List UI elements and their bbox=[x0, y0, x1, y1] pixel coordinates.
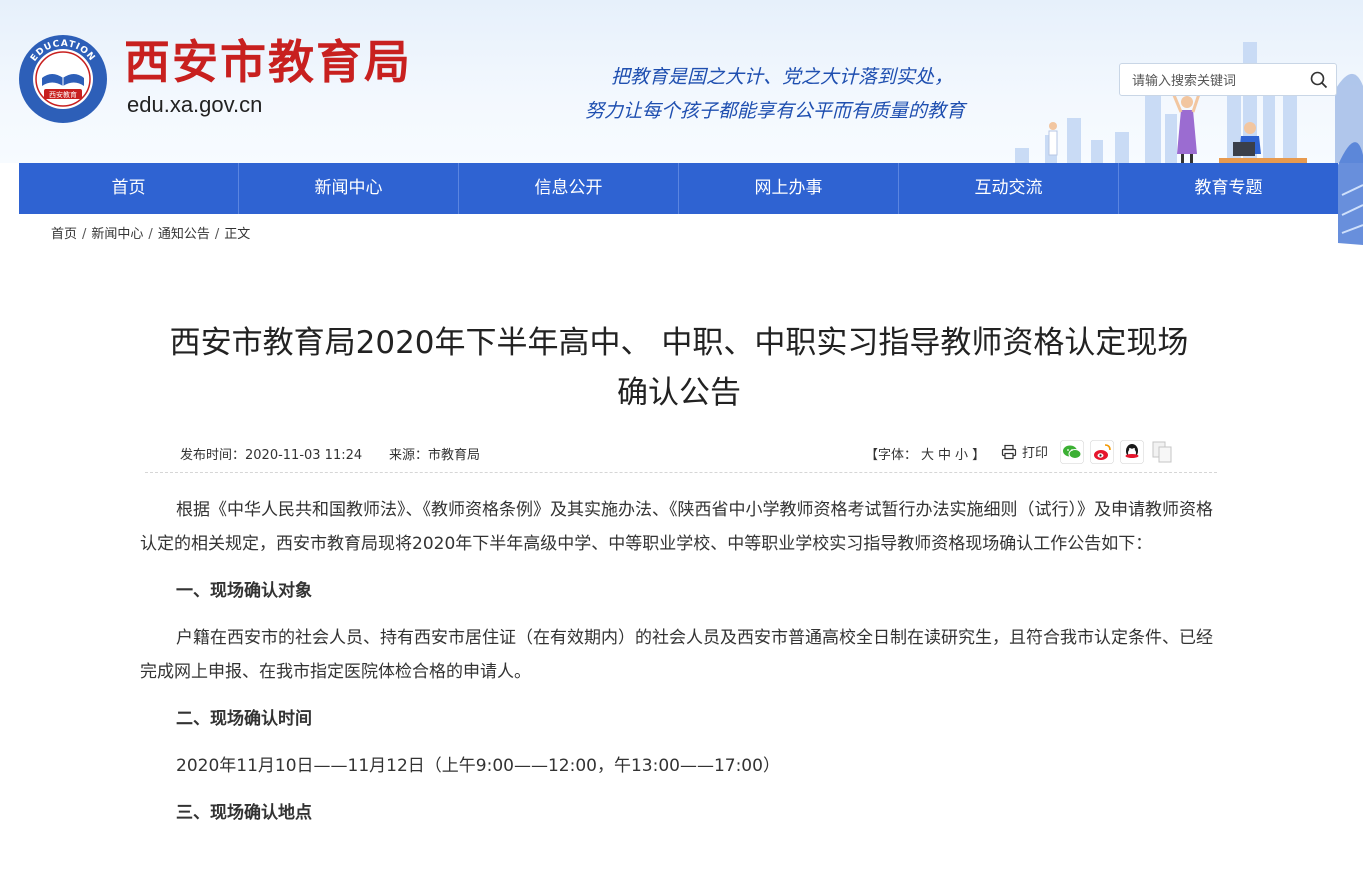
search-input[interactable] bbox=[1130, 69, 1304, 93]
qq-icon[interactable] bbox=[1120, 440, 1144, 464]
publish-time: 发布时间：2020-11-03 11:24 bbox=[180, 448, 363, 463]
article-title-line-2: 确认公告 bbox=[617, 375, 741, 411]
breadcrumb-separator: / bbox=[148, 227, 153, 242]
breadcrumb-home[interactable]: 首页 bbox=[51, 227, 77, 242]
breadcrumb-news-center[interactable]: 新闻中心 bbox=[91, 227, 143, 242]
nav-item-interaction[interactable]: 互动交流 bbox=[899, 163, 1119, 214]
slogan-line-1: 把教育是国之大计、党之大计落到实处， bbox=[611, 66, 954, 88]
education-emblem-logo[interactable]: EDUCATION 西安教育 bbox=[18, 34, 108, 124]
nav-item-home[interactable]: 首页 bbox=[19, 163, 239, 214]
slogan: 把教育是国之大计、党之大计落到实处， 努力让每个孩子都能享有公平而有质量的教育 bbox=[585, 60, 1025, 128]
article-title-line-1: 西安市教育局2020年下半年高中、 中职、中职实习指导教师资格认定现场 bbox=[169, 325, 1189, 361]
slogan-line-2: 努力让每个孩子都能享有公平而有质量的教育 bbox=[585, 100, 966, 122]
share-buttons bbox=[1060, 440, 1174, 464]
print-label: 打印 bbox=[1022, 446, 1049, 461]
site-title[interactable]: 西安市教育局 bbox=[124, 36, 412, 88]
header-illustration bbox=[1015, 42, 1363, 163]
font-size-switcher: 【字体：大中小】 bbox=[863, 444, 987, 463]
weibo-icon[interactable] bbox=[1090, 440, 1114, 464]
leaf-decoration-icon bbox=[1338, 142, 1363, 245]
wechat-icon[interactable] bbox=[1060, 440, 1084, 464]
article-intro: 根据《中华人民共和国教师法》、《教师资格条例》及其实施办法、《陕西省中小学教师资… bbox=[140, 500, 1213, 554]
font-size-medium[interactable]: 中 bbox=[938, 448, 951, 463]
article-title: 西安市教育局2020年下半年高中、 中职、中职实习指导教师资格认定现场 确认公告 bbox=[140, 318, 1218, 418]
nav-item-news-center[interactable]: 新闻中心 bbox=[239, 163, 459, 214]
font-size-small[interactable]: 小 bbox=[955, 448, 968, 463]
section-2-heading: 二、现场确认时间 bbox=[176, 709, 312, 729]
print-icon bbox=[1001, 444, 1017, 459]
copy-icon[interactable] bbox=[1150, 440, 1174, 464]
emblem-bottom-text: 西安教育 bbox=[49, 90, 77, 99]
section-3-heading: 三、现场确认地点 bbox=[176, 803, 312, 823]
print-button[interactable]: 打印 bbox=[1001, 442, 1048, 461]
article-source: 来源：市教育局 bbox=[389, 448, 481, 463]
nav-item-online-services[interactable]: 网上办事 bbox=[679, 163, 899, 214]
search-icon[interactable] bbox=[1310, 71, 1328, 89]
search-box[interactable] bbox=[1119, 63, 1337, 96]
font-size-label-close: 】 bbox=[972, 448, 986, 463]
section-1-heading: 一、现场确认对象 bbox=[176, 581, 312, 601]
section-1-text: 户籍在西安市的社会人员、持有西安市居住证（在有效期内）的社会人员及西安市普通高校… bbox=[140, 628, 1213, 682]
breadcrumb-notices[interactable]: 通知公告 bbox=[158, 227, 210, 242]
section-2-text: 2020年11月10日——11月12日（上午9:00——12:00，午13:00… bbox=[176, 756, 780, 776]
main-nav: 首页 新闻中心 信息公开 网上办事 互动交流 教育专题 bbox=[19, 163, 1338, 214]
nav-item-education-topics[interactable]: 教育专题 bbox=[1119, 163, 1338, 214]
nav-item-info-disclosure[interactable]: 信息公开 bbox=[459, 163, 679, 214]
article-body: 根据《中华人民共和国教师法》、《教师资格条例》及其实施办法、《陕西省中小学教师资… bbox=[140, 493, 1218, 830]
site-header: EDUCATION 西安教育 西安市教育局 edu.xa.gov.cn 把教育是… bbox=[0, 0, 1363, 163]
breadcrumb-current: 正文 bbox=[224, 227, 251, 242]
breadcrumb: 首页 / 新闻中心 / 通知公告 / 正文 bbox=[51, 226, 250, 244]
font-size-label-open: 【字体： bbox=[865, 448, 918, 463]
breadcrumb-separator: / bbox=[214, 227, 220, 242]
article-meta: 发布时间：2020-11-03 11:24 来源：市教育局 【字体：大中小】 打… bbox=[145, 438, 1217, 473]
breadcrumb-separator: / bbox=[82, 227, 87, 242]
site-domain: edu.xa.gov.cn bbox=[127, 92, 263, 117]
font-size-large[interactable]: 大 bbox=[921, 448, 934, 463]
